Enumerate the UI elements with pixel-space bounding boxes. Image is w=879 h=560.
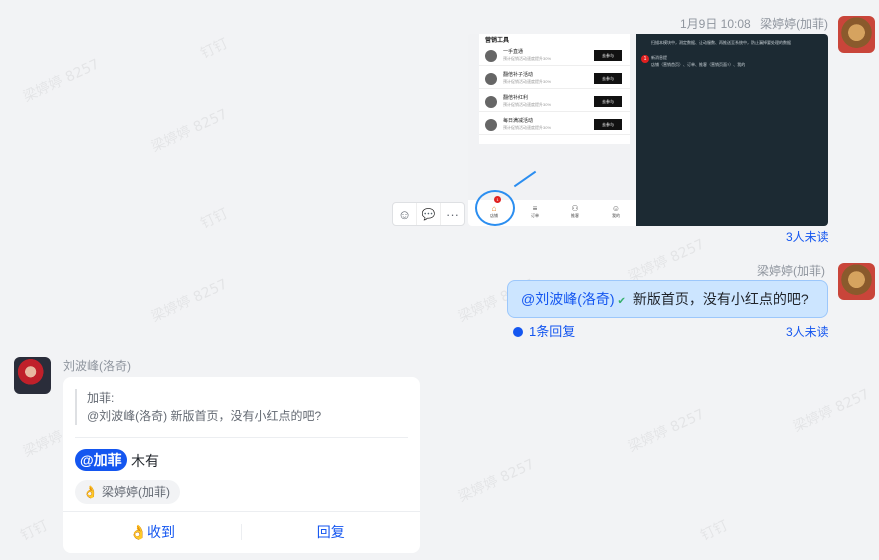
quote-text: @刘波峰(洛奇) 新版首页，没有小红点的吧? (87, 409, 322, 423)
unread-count[interactable]: 3人未读 (786, 228, 829, 245)
tool-action: 去参与 (594, 50, 622, 61)
avatar[interactable] (838, 16, 875, 53)
more-icon[interactable]: ··· (441, 203, 464, 225)
message-timestamp: 1月9日 10:08 梁婷婷(加菲) (680, 15, 828, 32)
screenshot-tab: ☺ 我的 (606, 204, 626, 219)
tool-desc: 预计促销活动速度提升30% (503, 125, 552, 130)
tool-name: 翻倍补红利 (503, 95, 529, 101)
screenshot-notes-pane: 扫描本模块中，测定数据、让动服数、再推送至系统中，防止漏掉要处理的数据 1 新消… (636, 34, 828, 226)
note-text: 新消息提 (651, 55, 667, 60)
emoji-icon[interactable]: ☺ (393, 203, 417, 225)
avatar[interactable] (838, 263, 875, 300)
watermark-short: 钉钉 (198, 35, 231, 63)
message-text: 新版首页，没有小红点的吧? (628, 291, 809, 307)
quote-author: 加菲: (87, 391, 115, 405)
tool-desc: 预计促销活动速度提升30% (503, 56, 552, 61)
sender-name: 梁婷婷(加菲) (757, 264, 825, 278)
sender-name: 梁婷婷(加菲) (760, 17, 829, 31)
screenshot-tool-row: 翻倍补子活动 预计促销活动速度提升30% 去参与 (479, 69, 630, 89)
check-icon: ✔ (617, 296, 626, 307)
tool-icon (485, 96, 497, 108)
watermark-short: 钉钉 (198, 205, 231, 233)
screenshot-tab: ≡ 订单 (525, 204, 545, 219)
quoted-message[interactable]: 加菲: @刘波峰(洛奇) 新版首页，没有小红点的吧? (75, 389, 321, 425)
red-dot-badge: 1 (494, 196, 501, 203)
reply-icon[interactable]: 💬 (417, 203, 441, 225)
tool-name: 翻倍补子活动 (503, 72, 534, 78)
timestamp: 1月9日 10:08 (680, 17, 751, 31)
message-card: 加菲: @刘波峰(洛奇) 新版首页，没有小红点的吧? @加菲 木有 👌 梁婷婷(加… (63, 377, 420, 553)
mention-link[interactable]: @刘波峰(洛奇) (521, 291, 615, 307)
tool-icon (485, 119, 497, 131)
order-icon: ≡ (532, 204, 538, 213)
reaction-chip[interactable]: 👌 梁婷婷(加菲) (75, 480, 180, 504)
screenshot-tab: ⚇ 推客 (565, 204, 585, 219)
tool-icon (485, 50, 497, 62)
tool-name: 每日满减活动 (503, 118, 534, 124)
tool-desc: 预计促销活动速度提升30% (503, 79, 552, 84)
tab-label: 我的 (612, 213, 620, 218)
reply-count: 1条回复 (529, 324, 576, 339)
watermark: 梁婷婷 8257 (20, 56, 103, 106)
tool-desc: 预计促销活动速度提升30% (503, 102, 552, 107)
tool-icon (485, 73, 497, 85)
message-text: 木有 (131, 453, 159, 469)
received-button[interactable]: 👌收到 (63, 512, 242, 553)
avatar[interactable] (14, 357, 51, 394)
ok-hand-icon: 👌 (129, 524, 147, 540)
unread-count[interactable]: 3人未读 (786, 323, 829, 340)
screenshot-tool-row: 每日满减活动 预计促销活动速度提升30% 去参与 (479, 115, 630, 135)
message-action-bar: ☺ 💬 ··· (392, 202, 465, 226)
red-dot-badge: 1 (641, 55, 649, 63)
reply-button[interactable]: 回复 (242, 512, 421, 553)
card-footer: 👌收到 回复 (63, 511, 420, 553)
people-icon: ⚇ (571, 204, 579, 213)
note-text: 扫描本模块中，测定数据、让动服数、再推送至系统中，防止漏掉要处理的数据 (651, 40, 791, 45)
sender-name: 刘波峰(洛奇) (63, 359, 131, 373)
watermark: 梁婷婷 8257 (625, 406, 708, 456)
tool-action: 去参与 (594, 73, 622, 84)
watermark-short: 钉钉 (698, 517, 731, 545)
screenshot-image[interactable]: 营销工具 一手直通 预计促销活动速度提升30% 去参与 翻倍补子活动 预计促销活… (468, 34, 828, 226)
profile-icon: ☺ (611, 204, 621, 213)
watermark: 梁婷婷 8257 (148, 106, 231, 156)
watermark: 梁婷婷 8257 (455, 456, 538, 506)
tool-name: 一手直通 (503, 49, 524, 55)
divider (75, 437, 408, 438)
note-text: 店铺（营销首页）、订单、推客（营销页面?）、我的 (651, 62, 746, 67)
tab-label: 订单 (531, 213, 539, 218)
thread-reply-link[interactable]: 1条回复 (513, 321, 575, 340)
ok-hand-icon: 👌 (83, 485, 98, 499)
screenshot-tool-row: 翻倍补红利 预计促销活动速度提升30% 去参与 (479, 92, 630, 112)
watermark-short: 钉钉 (18, 517, 51, 545)
mention-pill[interactable]: @加菲 (75, 449, 127, 471)
chat-icon (513, 327, 523, 337)
watermark: 梁婷婷 8257 (625, 236, 708, 286)
message-bubble[interactable]: @刘波峰(洛奇) ✔ 新版首页，没有小红点的吧? (507, 280, 828, 318)
watermark: 梁婷婷 8257 (790, 386, 873, 436)
tab-label: 推客 (571, 213, 579, 218)
reaction-user: 梁婷婷(加菲) (101, 485, 170, 499)
screenshot-tool-row: 一手直通 预计促销活动速度提升30% 去参与 (479, 46, 630, 66)
tool-action: 去参与 (594, 96, 622, 107)
watermark: 梁婷婷 8257 (148, 276, 231, 326)
received-label: 收到 (146, 524, 175, 540)
tool-action: 去参与 (594, 119, 622, 130)
screenshot-panel-title: 营销工具 (485, 38, 510, 44)
